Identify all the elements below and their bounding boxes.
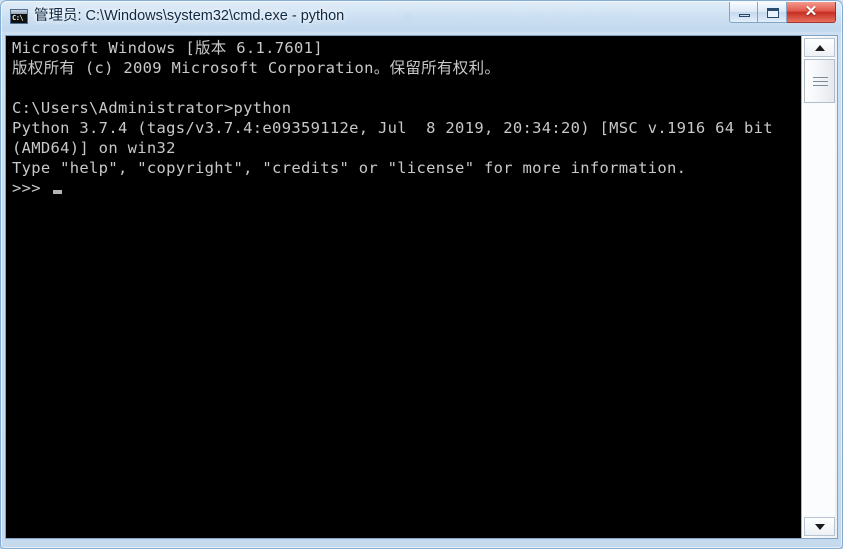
title-bar[interactable]: C:\ 管理员: C:\Windows\system32\cmd.exe - p… bbox=[1, 1, 842, 30]
desktop-background: Download Windows x86-64 executable C:\ 管… bbox=[0, 0, 843, 549]
console-line: >>> bbox=[12, 178, 802, 198]
chevron-down-icon bbox=[814, 523, 825, 530]
scroll-down-button[interactable] bbox=[804, 517, 835, 536]
console-line: Type "help", "copyright", "credits" or "… bbox=[12, 159, 687, 177]
close-icon: ✕ bbox=[804, 3, 818, 20]
close-button[interactable]: ✕ bbox=[787, 2, 836, 23]
console-line: 版权所有 (c) 2009 Microsoft Corporation。保留所有… bbox=[12, 59, 501, 77]
chevron-up-icon bbox=[814, 44, 825, 51]
minimize-icon bbox=[739, 14, 750, 17]
console-text: Microsoft Windows [版本 6.1.7601] 版权所有 (c) … bbox=[7, 36, 802, 198]
cmd-console-icon: C:\ bbox=[10, 9, 28, 24]
console-line: Python 3.7.4 (tags/v3.7.4:e09359112e, Ju… bbox=[12, 119, 773, 137]
scrollbar-track[interactable] bbox=[804, 57, 835, 517]
scroll-up-button[interactable] bbox=[804, 38, 835, 57]
scrollbar-thumb[interactable] bbox=[804, 59, 835, 103]
scrollbar-grip-line bbox=[813, 81, 828, 82]
console-line: C:\Users\Administrator>python bbox=[12, 99, 292, 117]
scrollbar-grip-line bbox=[813, 85, 828, 86]
window-title: 管理员: C:\Windows\system32\cmd.exe - pytho… bbox=[34, 8, 345, 24]
minimize-button[interactable] bbox=[729, 2, 758, 23]
cmd-window: C:\ 管理员: C:\Windows\system32\cmd.exe - p… bbox=[0, 0, 843, 549]
scrollbar-grip-line bbox=[813, 77, 828, 78]
console-icon-text: C:\ bbox=[12, 14, 24, 22]
console-line: (AMD64)] on win32 bbox=[12, 139, 176, 157]
maximize-icon bbox=[767, 8, 779, 18]
maximize-button[interactable] bbox=[758, 2, 787, 23]
console-scrollbar[interactable] bbox=[801, 36, 837, 538]
console-line: Microsoft Windows [版本 6.1.7601] bbox=[12, 39, 323, 57]
console-output-area[interactable]: Microsoft Windows [版本 6.1.7601] 版权所有 (c) … bbox=[5, 35, 838, 539]
text-cursor bbox=[52, 190, 62, 194]
window-controls: ✕ bbox=[729, 2, 836, 25]
